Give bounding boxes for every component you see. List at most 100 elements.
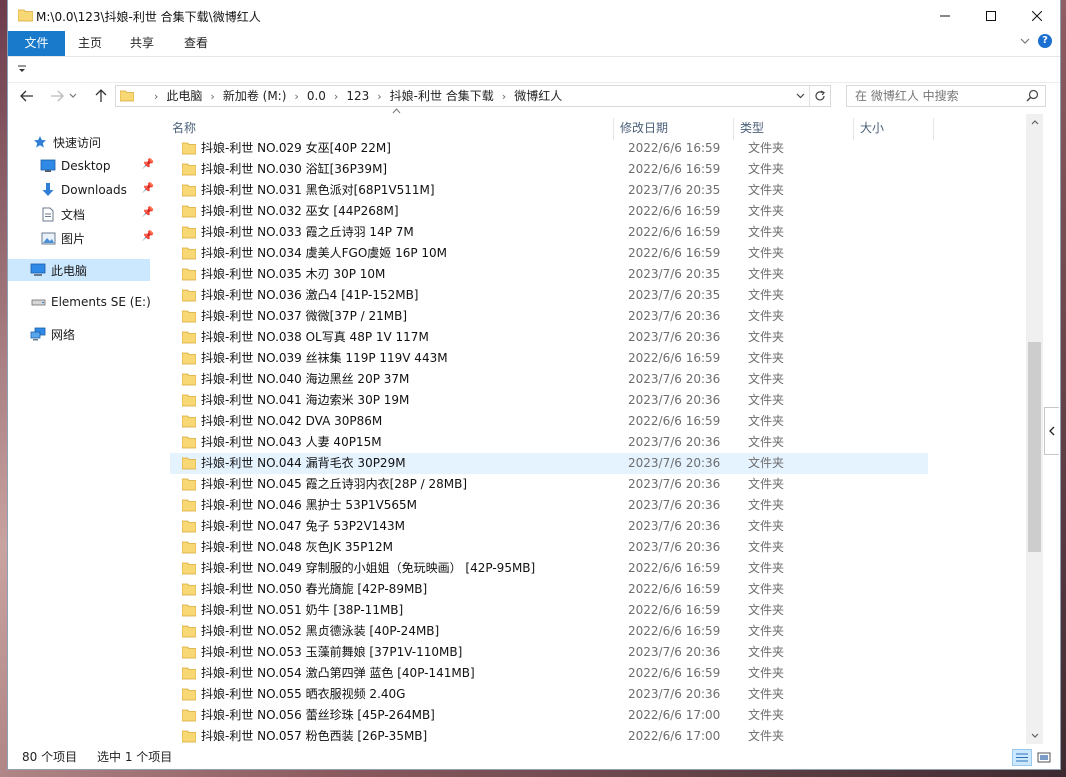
ribbon-expand-chevron-icon[interactable] — [1020, 37, 1030, 45]
search-box[interactable]: 在 微博红人 中搜索 — [846, 85, 1046, 107]
table-row[interactable]: 抖娘-利世 NO.053 玉藻前舞娘 [37P1V-110MB] 2023/7/6… — [170, 642, 928, 663]
breadcrumb-separator-icon[interactable]: › — [334, 90, 338, 103]
refresh-button[interactable] — [809, 86, 830, 106]
table-row[interactable]: 抖娘-利世 NO.051 奶牛 [38P-11MB] 2022/6/6 16:59… — [170, 600, 928, 621]
table-row[interactable]: 抖娘-利世 NO.038 OL写真 48P 1V 117M 2023/7/6 20… — [170, 327, 928, 348]
file-type: 文件夹 — [748, 540, 785, 554]
breadcrumb-separator-icon[interactable]: › — [377, 90, 381, 103]
address-history-button[interactable] — [792, 86, 808, 106]
table-row[interactable]: 抖娘-利世 NO.034 虞美人FGO虞姬 16P 10M 2022/6/6 16… — [170, 243, 928, 264]
breadcrumb-separator-icon[interactable]: › — [154, 90, 158, 103]
minimize-button[interactable] — [922, 0, 968, 31]
preview-pane-toggle[interactable] — [1044, 407, 1059, 455]
column-divider[interactable] — [933, 118, 934, 140]
table-row[interactable]: 抖娘-利世 NO.045 霞之丘诗羽内衣[28P / 28MB] 2023/7/6… — [170, 474, 928, 495]
breadcrumb-folder-123[interactable]: 123 — [346, 89, 369, 103]
breadcrumb-separator-icon[interactable]: › — [294, 90, 298, 103]
table-row[interactable]: 抖娘-利世 NO.035 木刃 30P 10M 2023/7/6 20:35 文件夹 — [170, 264, 928, 285]
help-icon[interactable]: ? — [1038, 34, 1052, 48]
forward-button[interactable] — [46, 87, 68, 105]
file-date: 2023/7/6 20:35 — [628, 183, 721, 197]
folder-icon — [182, 436, 196, 449]
breadcrumb-current-folder[interactable]: 微博红人 — [514, 89, 562, 103]
file-name: 抖娘-利世 NO.041 海边索米 30P 19M — [201, 393, 410, 407]
table-row[interactable]: 抖娘-利世 NO.055 晒衣服视频 2.40G 2023/7/6 20:36 文件… — [170, 684, 928, 705]
sidebar-item-this-pc[interactable]: 此电脑 — [8, 259, 150, 281]
table-row[interactable]: 抖娘-利世 NO.042 DVA 30P86M 2022/6/6 16:59 文件夹 — [170, 411, 928, 432]
breadcrumb-folder-collection[interactable]: 抖娘-利世 合集下载 — [390, 89, 494, 103]
table-row[interactable]: 抖娘-利世 NO.049 穿制服的小姐姐（免玩映画） [42P-95MB] 202… — [170, 558, 928, 579]
file-date: 2022/6/6 16:59 — [628, 666, 721, 680]
title-bar[interactable]: M:\0.0\123\抖娘-利世 合集下载\微博红人 — [8, 0, 1060, 31]
sidebar-item-downloads[interactable]: Downloads 📌 — [8, 179, 158, 201]
recent-locations-button[interactable] — [66, 87, 80, 105]
file-date: 2022/6/6 16:59 — [628, 624, 721, 638]
close-button[interactable] — [1014, 0, 1060, 31]
scroll-down-button[interactable] — [1026, 727, 1043, 744]
address-bar[interactable]: › 此电脑 › 新加卷 (M:) › 0.0 › 123 › 抖娘-利世 合集下载 › 微博红人 — [115, 85, 831, 107]
back-button[interactable] — [16, 87, 38, 105]
table-row[interactable]: 抖娘-利世 NO.052 黑贞德泳装 [40P-24MB] 2022/6/6 16… — [170, 621, 928, 642]
large-icons-view-button[interactable] — [1034, 749, 1054, 766]
column-header-type[interactable]: 类型 — [740, 116, 764, 140]
column-divider[interactable] — [613, 118, 614, 140]
sidebar-item-network[interactable]: 网络 — [8, 323, 158, 345]
sidebar-item-pictures[interactable]: 图片 📌 — [8, 227, 158, 249]
column-header-name[interactable]: 名称 — [172, 116, 196, 140]
column-header-size[interactable]: 大小 — [860, 116, 884, 140]
table-row[interactable]: 抖娘-利世 NO.046 黑护士 53P1V565M 2023/7/6 20:36… — [170, 495, 928, 516]
tab-home[interactable]: 主页 — [70, 31, 110, 56]
table-row[interactable]: 抖娘-利世 NO.044 漏背毛衣 30P29M 2023/7/6 20:36 文件… — [170, 453, 928, 474]
table-row[interactable]: 抖娘-利世 NO.033 霞之丘诗羽 14P 7M 2022/6/6 16:59 文… — [170, 222, 928, 243]
scrollbar-thumb[interactable] — [1028, 342, 1041, 552]
file-type: 文件夹 — [748, 624, 785, 638]
pin-icon[interactable]: 📌 — [142, 207, 154, 218]
pin-icon[interactable]: 📌 — [142, 159, 154, 170]
table-row[interactable]: 抖娘-利世 NO.039 丝袜集 119P 119V 443M 2022/6/6 … — [170, 348, 928, 369]
pin-icon[interactable]: 📌 — [142, 183, 154, 194]
table-row[interactable]: 抖娘-利世 NO.057 粉色西装 [26P-35MB] 2022/6/6 17:… — [170, 726, 928, 747]
tab-share[interactable]: 共享 — [122, 31, 162, 56]
vertical-scrollbar[interactable] — [1026, 114, 1043, 744]
table-row[interactable]: 抖娘-利世 NO.040 海边黑丝 20P 37M 2023/7/6 20:36 文… — [170, 369, 928, 390]
table-row[interactable]: 抖娘-利世 NO.032 巫女 [44P268M] 2022/6/6 16:59 文… — [170, 201, 928, 222]
table-row[interactable]: 抖娘-利世 NO.041 海边索米 30P 19M 2023/7/6 20:36 文… — [170, 390, 928, 411]
table-row[interactable]: 抖娘-利世 NO.030 浴缸[36P39M] 2022/6/6 16:59 文件夹 — [170, 159, 928, 180]
table-row[interactable]: 抖娘-利世 NO.036 激凸4 [41P-152MB] 2023/7/6 20:… — [170, 285, 928, 306]
file-date: 2023/7/6 20:36 — [628, 456, 721, 470]
table-row[interactable]: 抖娘-利世 NO.031 黑色派对[68P1V511M] 2023/7/6 20:… — [170, 180, 928, 201]
table-row[interactable]: 抖娘-利世 NO.029 女巫[40P 22M] 2022/6/6 16:59 文件… — [170, 138, 928, 159]
breadcrumb-folder-0-0[interactable]: 0.0 — [307, 89, 326, 103]
file-name: 抖娘-利世 NO.045 霞之丘诗羽内衣[28P / 28MB] — [201, 477, 468, 491]
table-row[interactable]: 抖娘-利世 NO.047 兔子 53P2V143M 2023/7/6 20:36 文… — [170, 516, 928, 537]
breadcrumb-separator-icon[interactable]: › — [502, 90, 506, 103]
maximize-button[interactable] — [968, 0, 1014, 31]
folder-icon — [182, 562, 196, 575]
file-name: 抖娘-利世 NO.054 激凸第四弹 蓝色 [40P-141MB] — [201, 666, 475, 680]
search-icon[interactable] — [1026, 89, 1039, 102]
table-row[interactable]: 抖娘-利世 NO.050 春光旖旎 [42P-89MB] 2022/6/6 16:… — [170, 579, 928, 600]
column-divider[interactable] — [853, 118, 854, 140]
up-button[interactable] — [90, 87, 112, 105]
breadcrumb-this-pc[interactable]: 此电脑 — [166, 89, 202, 103]
breadcrumb-separator-icon[interactable]: › — [210, 90, 214, 103]
column-header-date[interactable]: 修改日期 — [620, 116, 668, 140]
table-row[interactable]: 抖娘-利世 NO.037 微微[37P / 21MB] 2023/7/6 20:3… — [170, 306, 928, 327]
tab-file[interactable]: 文件 — [8, 31, 65, 56]
details-view-button[interactable] — [1012, 749, 1032, 766]
folder-icon — [182, 247, 196, 260]
sidebar-item-desktop[interactable]: Desktop 📌 — [8, 155, 158, 177]
pin-icon[interactable]: 📌 — [142, 231, 154, 242]
table-row[interactable]: 抖娘-利世 NO.054 激凸第四弹 蓝色 [40P-141MB] 2022/6/… — [170, 663, 928, 684]
sidebar-item-elements-drive[interactable]: Elements SE (E:) — [8, 291, 158, 313]
table-row[interactable]: 抖娘-利世 NO.056 蕾丝珍珠 [45P-264MB] 2022/6/6 17… — [170, 705, 928, 726]
column-divider[interactable] — [733, 118, 734, 140]
tab-view[interactable]: 查看 — [176, 31, 216, 56]
scroll-up-button[interactable] — [1026, 114, 1043, 131]
sidebar-item-documents[interactable]: 文档 📌 — [8, 203, 158, 225]
breadcrumb-drive[interactable]: 新加卷 (M:) — [223, 89, 287, 103]
sidebar-item-quick-access[interactable]: 快速访问 — [8, 131, 182, 153]
table-row[interactable]: 抖娘-利世 NO.048 灰色JK 35P12M 2023/7/6 20:36 文件… — [170, 537, 928, 558]
table-row[interactable]: 抖娘-利世 NO.043 人妻 40P15M 2023/7/6 20:36 文件夹 — [170, 432, 928, 453]
customize-toolbar-icon[interactable] — [18, 65, 26, 73]
